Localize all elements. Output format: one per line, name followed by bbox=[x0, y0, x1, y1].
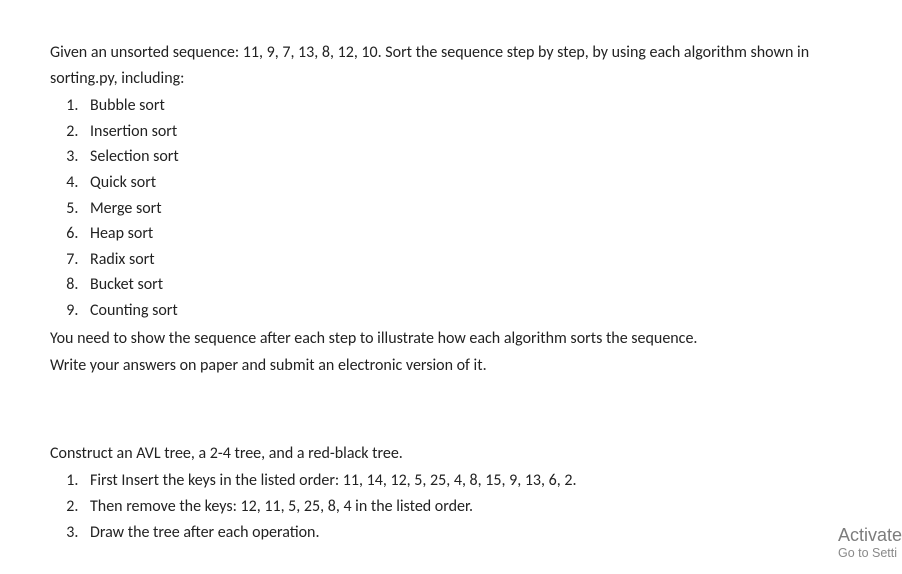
list-item: Merge sort bbox=[82, 196, 852, 222]
q2-list: First Insert the keys in the listed orde… bbox=[50, 468, 852, 545]
list-item: Then remove the keys: 12, 11, 5, 25, 8, … bbox=[82, 494, 852, 520]
list-item: Radix sort bbox=[82, 247, 852, 273]
list-item: Heap sort bbox=[82, 221, 852, 247]
q1-list: Bubble sort Insertion sort Selection sor… bbox=[50, 93, 852, 323]
list-item: Draw the tree after each operation. bbox=[82, 520, 852, 546]
list-item: Bucket sort bbox=[82, 272, 852, 298]
q1-intro: Given an unsorted sequence: 11, 9, 7, 13… bbox=[50, 40, 852, 91]
q1-outro-2: Write your answers on paper and submit a… bbox=[50, 353, 852, 379]
document-body: Given an unsorted sequence: 11, 9, 7, 13… bbox=[0, 0, 902, 567]
list-item: Insertion sort bbox=[82, 119, 852, 145]
q1-outro-1: You need to show the sequence after each… bbox=[50, 326, 852, 352]
section-gap bbox=[50, 381, 852, 441]
list-item: Bubble sort bbox=[82, 93, 852, 119]
q2-intro: Construct an AVL tree, a 2-4 tree, and a… bbox=[50, 441, 852, 467]
list-item: Selection sort bbox=[82, 144, 852, 170]
list-item: Counting sort bbox=[82, 298, 852, 324]
list-item: First Insert the keys in the listed orde… bbox=[82, 468, 852, 494]
list-item: Quick sort bbox=[82, 170, 852, 196]
